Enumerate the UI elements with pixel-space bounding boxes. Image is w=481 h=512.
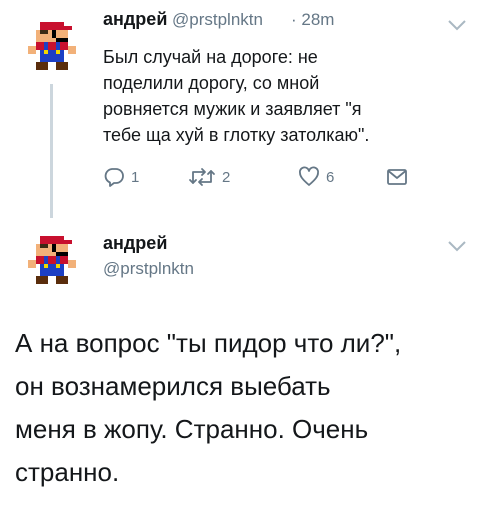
like-count: 6 [326, 168, 335, 186]
retweet-action[interactable]: 2 [188, 165, 230, 189]
reply-action[interactable]: 1 [103, 165, 139, 189]
reply-count: 1 [131, 168, 140, 186]
dm-action[interactable] [386, 165, 408, 189]
author-handle[interactable]: @prstplnktn [103, 259, 194, 279]
tweet-line: он вознамерился выебать [15, 371, 331, 401]
mario-avatar-icon[interactable] [28, 236, 76, 284]
author-name[interactable]: андрей [103, 233, 167, 254]
tweet-line: поделили дорогу, со мной [103, 73, 320, 93]
tweet-body: Был случай на дороге: не поделили дорогу… [103, 44, 463, 148]
retweet-icon [189, 168, 215, 186]
retweet-count: 2 [222, 168, 231, 186]
tweet-line: А на вопрос "ты пидор что ли?", [15, 328, 402, 358]
envelope-icon [387, 169, 407, 185]
mario-avatar-icon[interactable] [28, 22, 76, 70]
tweet-line: меня в жопу. Странно. Очень [15, 414, 369, 444]
tweet-line: странно. [15, 457, 120, 487]
heart-icon [299, 166, 319, 186]
tweet-timestamp[interactable]: · 28m [291, 10, 334, 30]
tweet-line: Был случай на дороге: не [103, 47, 318, 67]
like-action[interactable]: 6 [298, 165, 334, 189]
author-handle[interactable]: @prstplnktn [172, 10, 263, 30]
chevron-down-icon[interactable] [447, 240, 467, 252]
chevron-down-icon[interactable] [447, 19, 467, 31]
thread-connector-line [50, 84, 53, 218]
tweet-body-large: А на вопрос "ты пидор что ли?", он возна… [15, 322, 401, 494]
reply-icon [104, 168, 124, 187]
tweet-line: тебе ща хуй в глотку затолкаю". [103, 125, 370, 145]
author-name[interactable]: андрей [103, 9, 167, 30]
tweet-line: ровняется мужик и заявляет "я [103, 99, 362, 119]
